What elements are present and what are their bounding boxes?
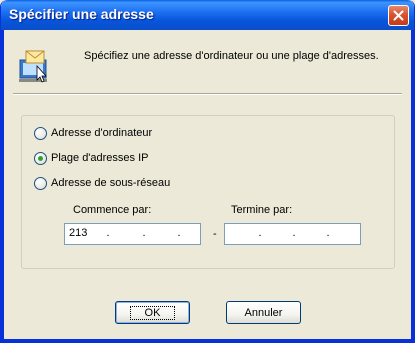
start-octet-1[interactable]: 213 — [69, 227, 91, 241]
ok-button-label: OK — [129, 305, 176, 320]
window-frame-right — [411, 30, 414, 342]
dialog-window: Spécifier une adresse Spécifiez une adre… — [0, 0, 415, 343]
start-octet-2[interactable] — [113, 227, 135, 241]
start-dot-2: . — [142, 227, 146, 239]
radio-subnet-address[interactable]: Adresse de sous-réseau — [34, 175, 170, 191]
radio-button-computer[interactable] — [34, 126, 47, 140]
cancel-button-label: Annuler — [244, 306, 283, 319]
start-octet-4[interactable] — [183, 227, 199, 241]
header-separator — [13, 93, 402, 95]
window-frame-left — [1, 30, 4, 342]
end-octet-2[interactable] — [265, 227, 287, 241]
start-dot-1: . — [106, 227, 110, 239]
radio-ip-range[interactable]: Plage d'adresses IP — [34, 150, 149, 166]
start-label: Commence par: — [73, 204, 152, 216]
network-address-icon — [19, 50, 47, 83]
close-icon — [393, 10, 404, 21]
end-dot-2: . — [292, 227, 296, 239]
radio-label-ip-range: Plage d'adresses IP — [51, 152, 149, 164]
end-dot-3: . — [326, 227, 330, 239]
end-octet-1[interactable] — [229, 227, 251, 241]
start-ip-input[interactable]: 213 . . . — [64, 223, 201, 245]
end-octet-3[interactable] — [299, 227, 321, 241]
dialog-description: Spécifiez une adresse d'ordinateur ou un… — [84, 50, 379, 62]
close-button[interactable] — [388, 5, 409, 26]
ok-button[interactable]: OK — [115, 301, 190, 324]
range-separator: - — [213, 228, 217, 240]
window-title: Spécifier une adresse — [9, 6, 154, 22]
radio-computer-address[interactable]: Adresse d'ordinateur — [34, 125, 152, 141]
radio-label-computer: Adresse d'ordinateur — [51, 127, 153, 139]
start-octet-3[interactable] — [149, 227, 171, 241]
end-octet-4[interactable] — [333, 227, 359, 241]
window-frame-bottom — [1, 339, 414, 342]
radio-button-subnet[interactable] — [34, 176, 47, 190]
end-dot-1: . — [258, 227, 262, 239]
radio-button-ip-range[interactable] — [34, 151, 47, 165]
radio-label-subnet: Adresse de sous-réseau — [51, 177, 171, 189]
end-label: Termine par: — [231, 204, 293, 216]
cancel-button[interactable]: Annuler — [226, 301, 301, 324]
start-dot-3: . — [177, 227, 181, 239]
title-bar[interactable]: Spécifier une adresse — [1, 0, 414, 30]
end-ip-input[interactable]: . . . — [224, 223, 361, 245]
